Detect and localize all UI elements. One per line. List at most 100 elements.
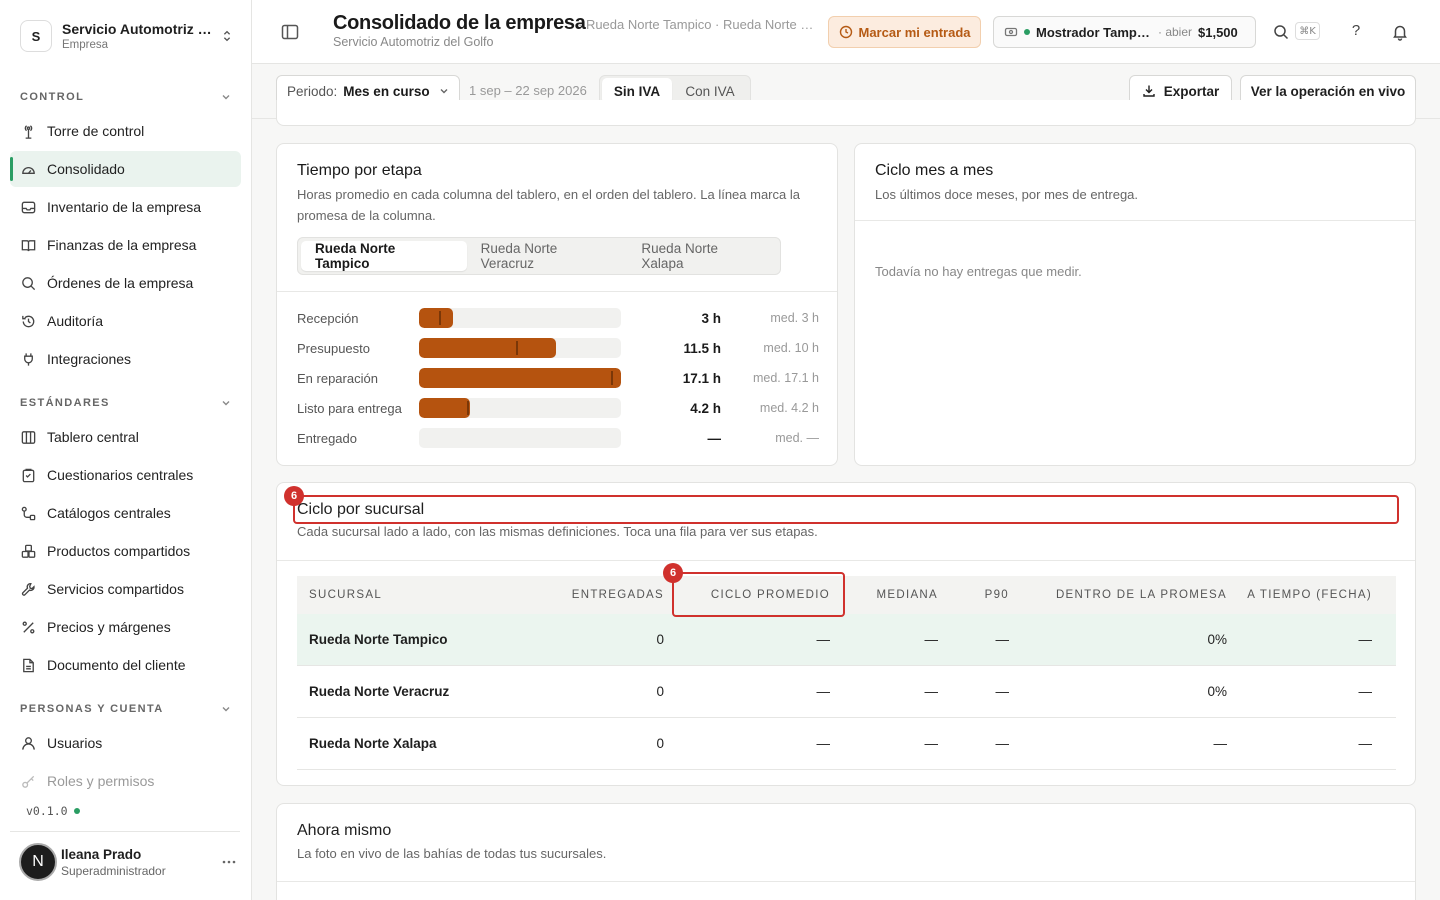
status-dot: [1024, 29, 1030, 35]
stage-bar-fill: [419, 398, 470, 418]
sidebar-toggle-icon[interactable]: [280, 22, 300, 42]
help-button[interactable]: ?: [1348, 22, 1364, 42]
sidebar-item-label: Tablero central: [47, 429, 139, 445]
sidebar-item-label: Roles y permisos: [47, 773, 155, 789]
sidebar-item-roles-permissions[interactable]: Roles y permisos: [10, 763, 241, 799]
sidebar-item-audit[interactable]: Auditoría: [10, 303, 241, 339]
table-cell: —: [1213, 736, 1228, 751]
stage-median: med. 17.1 h: [752, 371, 819, 385]
percent-icon: [22, 621, 35, 633]
promise-marker: [467, 401, 469, 415]
sidebar-item-prices-margins[interactable]: Precios y márgenes: [10, 609, 241, 645]
sidebar-item-finance[interactable]: Finanzas de la empresa: [10, 227, 241, 263]
sidebar-item-consolidated[interactable]: Consolidado: [10, 151, 241, 187]
sidebar-item-central-board[interactable]: Tablero central: [10, 419, 241, 455]
column-header[interactable]: DENTRO DE LA PROMESA: [1009, 589, 1227, 601]
table-row[interactable]: Rueda Norte Veracruz 0 — — — 0% —: [297, 666, 1396, 718]
sidebar-item-central-catalogs[interactable]: Catálogos centrales: [10, 495, 241, 531]
card-header: Ciclo mes a mes Los últimos doce meses, …: [875, 162, 1138, 205]
chevron-down-icon: [222, 707, 230, 712]
bell-icon[interactable]: [1391, 23, 1409, 41]
sidebar-item-label: Auditoría: [47, 313, 104, 329]
sidebar-item-label: Finanzas de la empresa: [47, 237, 197, 253]
column-header[interactable]: ENTREGADAS: [497, 589, 664, 601]
chevron-up-down-icon: [223, 30, 231, 42]
stage-bar-track: [419, 368, 621, 388]
sidebar-item-orders[interactable]: Órdenes de la empresa: [10, 265, 241, 301]
table-cell: —: [1358, 632, 1373, 647]
sidebar-item-label: Integraciones: [47, 351, 132, 367]
user-menu[interactable]: N Ileana Prado Superadministrador: [19, 843, 241, 881]
cash-register-icon: [1004, 27, 1018, 37]
period-value: Mes en curso: [343, 83, 430, 99]
stage-median: med. 3 h: [770, 311, 819, 325]
nav-section-standards[interactable]: ESTÁNDARES: [20, 393, 232, 413]
column-header[interactable]: MEDIANA: [830, 589, 938, 601]
clock-in-button[interactable]: Marcar mi entrada: [828, 16, 981, 48]
date-range: 1 sep – 22 sep 2026: [469, 83, 587, 98]
stage-value: —: [707, 430, 722, 446]
register-selector[interactable]: Mostrador Tampico · abierto $1,500: [993, 16, 1256, 48]
export-label: Exportar: [1163, 83, 1220, 99]
chevron-down-icon: [222, 401, 230, 406]
table-row[interactable]: Rueda Norte Tampico 0 — — — 0% —: [297, 614, 1396, 666]
table-cell: —: [924, 684, 939, 699]
branch-breadcrumb: · Rueda Norte Tampico · Rueda Norte Vera…: [578, 17, 816, 32]
boxes-icon: [21, 544, 36, 558]
nav-section-label: CONTROL: [20, 91, 85, 103]
stage-bar-fill: [419, 308, 453, 328]
promise-marker: [439, 311, 441, 325]
table-cell: 0: [656, 684, 664, 699]
stage-row: Listo para entrega 4.2 h med. 4.2 h: [297, 398, 819, 418]
clock-in-label: Marcar mi entrada: [858, 24, 971, 40]
nav-section-label: ESTÁNDARES: [20, 397, 110, 409]
clock-icon: [839, 25, 852, 39]
sidebar-item-shared-products[interactable]: Productos compartidos: [10, 533, 241, 569]
sidebar-item-label: Servicios compartidos: [47, 581, 184, 597]
column-header[interactable]: SUCURSAL: [297, 589, 497, 601]
org-type: Empresa: [62, 39, 109, 51]
tab-rueda-norte-tampico[interactable]: Rueda Norte Tampico: [301, 241, 467, 271]
sidebar-item-central-questionnaires[interactable]: Cuestionarios centrales: [10, 457, 241, 493]
table-cell: —: [1358, 736, 1373, 751]
nav-section-people-account[interactable]: PERSONAS Y CUENTA: [20, 699, 232, 719]
sidebar-item-label: Documento del cliente: [47, 657, 186, 673]
stage-bar-track: [419, 428, 621, 448]
org-switcher[interactable]: S Servicio Automotriz del Golfo Empresa: [10, 10, 240, 62]
sidebar-item-label: Usuarios: [47, 735, 103, 751]
stage-label: En reparación: [297, 370, 378, 386]
column-header[interactable]: A TIEMPO (FECHA): [1227, 589, 1384, 601]
tab-rueda-norte-xalapa[interactable]: Rueda Norte Xalapa: [627, 241, 777, 271]
status-dot: [73, 808, 80, 814]
sidebar-item-integrations[interactable]: Integraciones: [10, 341, 241, 377]
sidebar-item-customer-document[interactable]: Documento del cliente: [10, 647, 241, 683]
column-header[interactable]: P90: [938, 589, 1009, 601]
version-text: v0.1.0: [26, 804, 68, 818]
tab-rueda-norte-veracruz[interactable]: Rueda Norte Veracruz: [467, 241, 628, 271]
search-icon[interactable]: [1272, 23, 1290, 41]
table-cell: —: [924, 736, 939, 751]
nav-section-control[interactable]: CONTROL: [20, 87, 232, 107]
promise-marker: [611, 371, 613, 385]
more-horizontal-icon[interactable]: [221, 854, 237, 870]
empty-state: Todavía no hay entregas que medir.: [875, 264, 1082, 279]
stage-value: 4.2 h: [690, 400, 721, 416]
stage-median: med. —: [775, 431, 819, 445]
table-cell: —: [995, 736, 1010, 751]
user-role: Superadministrador: [61, 863, 166, 878]
divider: [10, 831, 240, 832]
stage-row: Recepción 3 h med. 3 h: [297, 308, 819, 328]
clipboard-icon: [22, 468, 35, 482]
org-name: Servicio Automotriz del Golfo: [62, 21, 212, 37]
sidebar-item-control-tower[interactable]: Torre de control: [10, 113, 241, 149]
card-title: Ciclo mes a mes: [875, 162, 994, 179]
table-header: SUCURSAL ENTREGADAS CICLO PROMEDIO MEDIA…: [297, 576, 1396, 614]
sidebar-item-inventory[interactable]: Inventario de la empresa: [10, 189, 241, 225]
card-title: Ahora mismo: [297, 822, 392, 839]
sidebar-item-shared-services[interactable]: Servicios compartidos: [10, 571, 241, 607]
table-row[interactable]: Rueda Norte Xalapa 0 — — — — —: [297, 718, 1396, 770]
sidebar-item-users[interactable]: Usuarios: [10, 725, 241, 761]
divider: [277, 560, 1415, 561]
table-cell: 0: [656, 632, 664, 647]
monthly-cycle-card: Ciclo mes a mes Los últimos doce meses, …: [854, 143, 1416, 466]
